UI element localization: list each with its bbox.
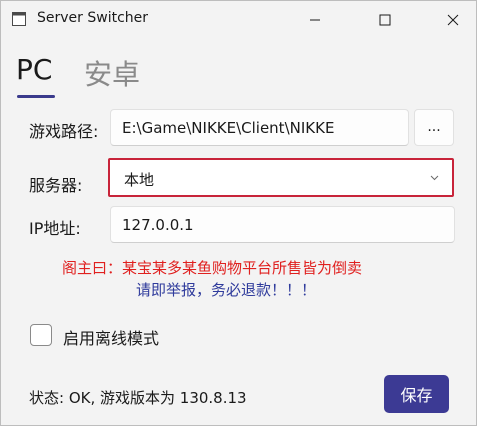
ip-label: IP地址: bbox=[29, 219, 81, 238]
tab-pc[interactable]: PC bbox=[16, 53, 52, 86]
save-button[interactable]: 保存 bbox=[384, 375, 449, 413]
warning-notice: 阁主曰：某宝某多某鱼购物平台所售皆为倒卖 bbox=[62, 259, 363, 277]
game-path-label: 游戏路径: bbox=[29, 122, 99, 141]
close-button[interactable] bbox=[430, 1, 476, 39]
app-window: Server Switcher PC 安卓 游戏路径: E:\Game\NIKK… bbox=[0, 0, 477, 426]
server-select[interactable]: 本地 bbox=[108, 158, 454, 197]
minimize-icon bbox=[310, 19, 320, 21]
chevron-down-icon bbox=[430, 175, 439, 181]
tab-selected-indicator bbox=[17, 95, 55, 98]
ip-address-input[interactable]: 127.0.0.1 bbox=[110, 206, 455, 243]
maximize-button[interactable] bbox=[362, 1, 408, 39]
tab-android[interactable]: 安卓 bbox=[84, 53, 140, 93]
offline-mode-checkbox[interactable] bbox=[30, 324, 52, 346]
report-notice: 请即举报，务必退款！！！ bbox=[136, 281, 317, 299]
game-path-input[interactable]: E:\Game\NIKKE\Client\NIKKE bbox=[110, 109, 409, 146]
minimize-button[interactable] bbox=[292, 1, 338, 39]
server-select-value: 本地 bbox=[124, 171, 155, 189]
title-bar[interactable]: Server Switcher bbox=[1, 1, 476, 39]
maximize-icon bbox=[379, 14, 391, 26]
browse-button[interactable]: ... bbox=[414, 109, 454, 146]
close-icon bbox=[447, 14, 459, 26]
app-icon bbox=[12, 12, 26, 26]
window-title: Server Switcher bbox=[37, 10, 149, 26]
server-label: 服务器: bbox=[29, 176, 83, 195]
status-text: 状态: OK, 游戏版本为 130.8.13 bbox=[29, 389, 247, 407]
offline-mode-label[interactable]: 启用离线模式 bbox=[63, 325, 159, 349]
